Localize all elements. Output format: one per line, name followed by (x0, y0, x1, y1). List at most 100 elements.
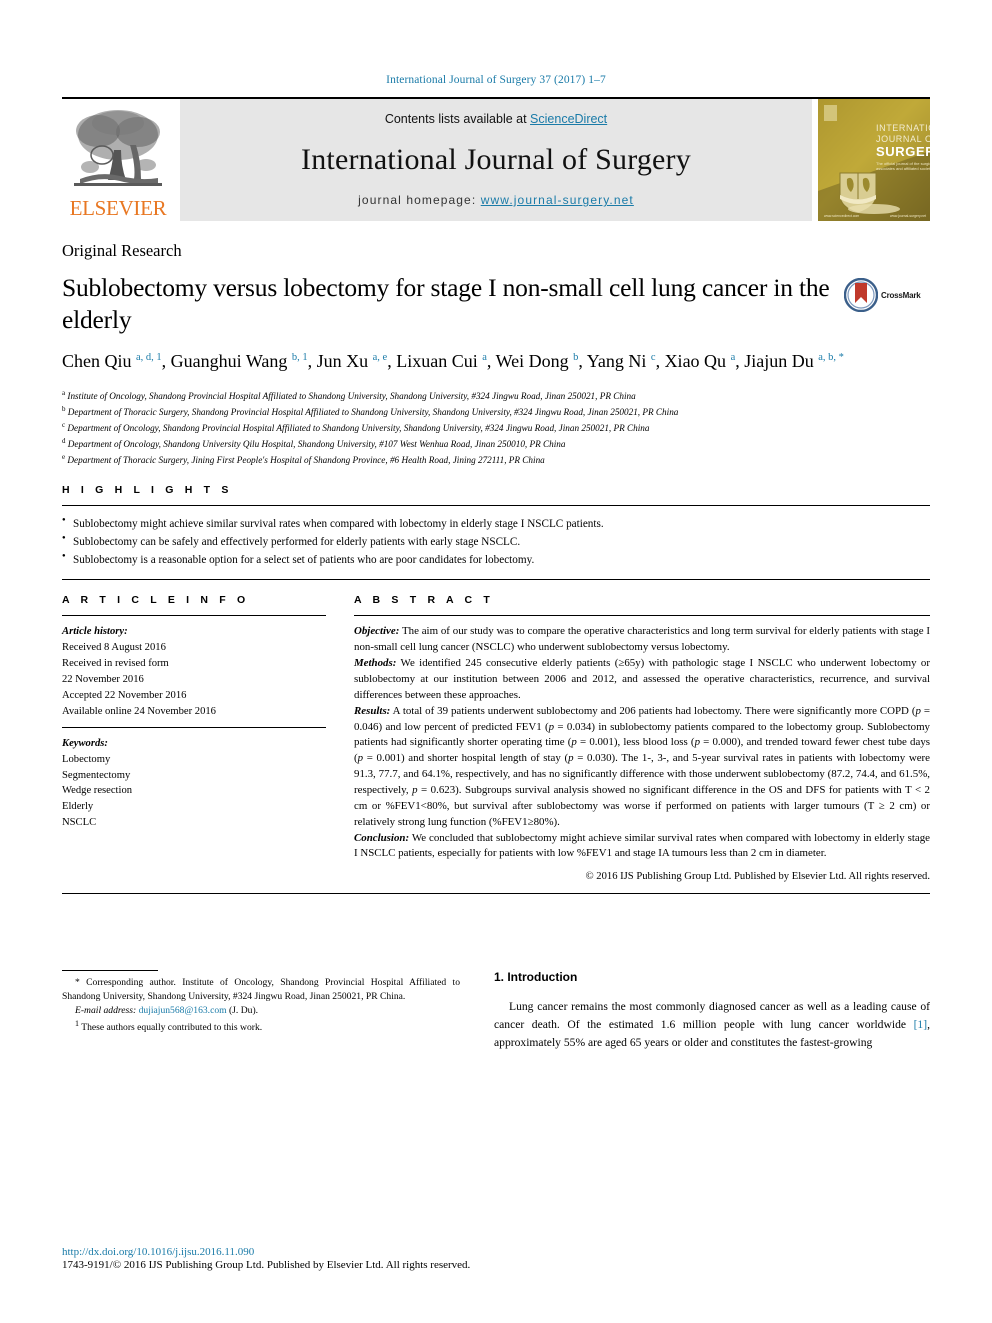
citation-link-1[interactable]: [1] (914, 1018, 928, 1031)
article-info-column: A R T I C L E I N F O Article history: R… (62, 594, 354, 882)
introduction-column: 1. Introduction Lung cancer remains the … (494, 970, 930, 1051)
introduction-heading: 1. Introduction (494, 970, 578, 985)
journal-masthead: ELSEVIER Contents lists available at Sci… (62, 99, 930, 221)
email-address-label: E-mail address: (75, 1005, 137, 1017)
abstract-section-text: A total of 39 patients underwent sublobe… (354, 704, 930, 828)
highlight-item: Sublobectomy might achieve similar survi… (62, 515, 930, 533)
article-history-line: Available online 24 November 2016 (62, 705, 216, 717)
keywords-rule (62, 726, 326, 728)
keywords-block: Keywords: Lobectomy Segmentectomy Wedge re… (62, 736, 326, 831)
affiliation-item: d Department of Oncology, Shandong Unive… (62, 436, 930, 452)
article-history-line: Received in revised form (62, 658, 169, 670)
svg-text:www.sciencedirect.com: www.sciencedirect.com (824, 214, 859, 218)
article-history-line: Received 8 August 2016 (62, 642, 166, 654)
crossmark-label: CrossMark (881, 290, 921, 300)
journal-homepage-line: journal homepage: www.journal-surgery.ne… (358, 193, 634, 207)
affiliation-text: Department of Thoracic Surgery, Shandong… (65, 406, 679, 417)
elsevier-tree-icon (68, 105, 168, 197)
abstract-section-text: We identified 245 consecutive elderly pa… (354, 657, 930, 701)
journal-title: International Journal of Surgery (301, 142, 691, 176)
equal-contribution-note: 1 These authors equally contributed to t… (62, 1018, 460, 1035)
svg-text:INTERNATIONAL: INTERNATIONAL (876, 123, 930, 133)
abstract-rule (354, 615, 930, 617)
keywords-label: Keywords: (62, 737, 108, 749)
abstract-body: Objective: The aim of our study was to c… (354, 624, 930, 862)
footnote-separator (62, 970, 158, 972)
keyword-item: Segmentectomy (62, 769, 131, 781)
keyword-item: Lobectomy (62, 753, 111, 765)
article-history-lines: Received 8 August 2016 Received in revise… (62, 640, 326, 719)
corresponding-author-note: * Corresponding author. Institute of Onc… (62, 977, 460, 1003)
journal-band: Contents lists available at ScienceDirec… (180, 99, 812, 221)
affiliation-list: a Institute of Oncology, Shandong Provin… (62, 388, 930, 468)
article-history-line: 22 November 2016 (62, 674, 144, 686)
page-title: Sublobectomy versus lobectomy for stage … (62, 273, 830, 334)
contents-available-line: Contents lists available at ScienceDirec… (385, 112, 607, 126)
svg-text:JOURNAL OF: JOURNAL OF (876, 134, 930, 144)
footnotes-column: * Corresponding author. Institute of Onc… (62, 970, 494, 1051)
journal-homepage-link[interactable]: www.journal-surgery.net (481, 193, 634, 207)
email-suffix: (J. Du). (226, 1005, 259, 1017)
equal-contribution-text: These authors equally contributed to thi… (79, 1022, 263, 1034)
doi-link[interactable]: http://dx.doi.org/10.1016/j.ijsu.2016.11… (62, 1246, 930, 1258)
keywords-lines: Lobectomy Segmentectomy Wedge resection Eld… (62, 752, 326, 831)
abstract-section-label: Objective: (354, 625, 400, 638)
doi-anchor[interactable]: http://dx.doi.org/10.1016/j.ijsu.2016.11… (62, 1246, 254, 1258)
article-history-line: Accepted 22 November 2016 (62, 689, 187, 701)
homepage-label: journal homepage: (358, 193, 481, 207)
email-address-link[interactable]: dujiajun568@163.com (139, 1005, 227, 1016)
abstract-copyright: © 2016 IJS Publishing Group Ltd. Publish… (585, 871, 930, 883)
article-info-heading: A R T I C L E I N F O (62, 594, 250, 607)
affiliation-text: Department of Oncology, Shandong Provinc… (65, 422, 650, 433)
journal-cover-thumbnail[interactable]: INTERNATIONAL JOURNAL OF SURGERY The off… (818, 99, 930, 221)
abstract-section: Conclusion: We concluded that sublobecto… (354, 831, 930, 863)
abstract-section-label: Methods: (354, 657, 397, 670)
affiliation-text: Department of Thoracic Surgery, Jining F… (65, 455, 545, 466)
highlights-section: H I G H L I G H T S Sublobectomy might a… (62, 484, 930, 581)
page-footer: http://dx.doi.org/10.1016/j.ijsu.2016.11… (62, 1246, 930, 1271)
svg-text:www.journal-surgery.net: www.journal-surgery.net (890, 214, 926, 218)
affiliation-item: b Department of Thoracic Surgery, Shando… (62, 404, 930, 420)
highlight-item: Sublobectomy is a reasonable option for … (62, 551, 930, 569)
abstract-section-label: Results: (354, 704, 391, 717)
abstract-section: Methods: We identified 245 consecutive e… (354, 656, 930, 704)
abstract-column: A B S T R A C T Objective: The aim of ou… (354, 594, 930, 882)
highlights-list: Sublobectomy might achieve similar survi… (62, 506, 930, 579)
affiliation-item: a Institute of Oncology, Shandong Provin… (62, 388, 930, 404)
keyword-item: NSCLC (62, 817, 97, 829)
abstract-section-label: Conclusion: (354, 831, 410, 844)
affiliation-item: e Department of Thoracic Surgery, Jining… (62, 452, 930, 468)
crossmark-badge[interactable]: CrossMark (844, 272, 930, 312)
contents-prefix: Contents lists available at (384, 112, 531, 126)
keyword-item: Wedge resection (62, 785, 133, 797)
sciencedirect-link[interactable]: ScienceDirect (530, 112, 607, 126)
article-info-rule (62, 615, 326, 617)
article-type-label: Original Research (62, 241, 182, 260)
affiliation-text: Department of Oncology, Shandong Univers… (65, 438, 566, 449)
abstract-bottom-rule (62, 893, 930, 895)
affiliation-item: c Department of Oncology, Shandong Provi… (62, 420, 930, 436)
article-history-label: Article history: (62, 626, 128, 638)
highlight-item: Sublobectomy can be safely and effective… (62, 533, 930, 551)
abstract-section-text: We concluded that sublobectomy might ach… (354, 831, 930, 860)
introduction-paragraph: Lung cancer remains the most commonly di… (494, 998, 930, 1051)
elsevier-logo[interactable]: ELSEVIER (62, 99, 174, 221)
svg-text:associates and affiliated soci: associates and affiliated societies (876, 166, 930, 171)
highlights-bottom-rule (62, 579, 930, 581)
footnotes-block: * Corresponding author. Institute of Onc… (62, 976, 460, 1035)
info-abstract-columns: A R T I C L E I N F O Article history: R… (62, 594, 930, 882)
abstract-section: Results: A total of 39 patients underwen… (354, 704, 930, 831)
article-history-block: Article history: Received 8 August 2016 R… (62, 624, 326, 719)
bottom-columns: * Corresponding author. Institute of Onc… (62, 970, 930, 1051)
abstract-heading: A B S T R A C T (354, 594, 494, 607)
abstract-section: Objective: The aim of our study was to c… (354, 624, 930, 656)
issn-copyright-line: 1743-9191/© 2016 IJS Publishing Group Lt… (62, 1259, 471, 1271)
email-note: E-mail address: dujiajun568@163.com (J. … (62, 1004, 460, 1018)
title-row: Sublobectomy versus lobectomy for stage … (62, 272, 930, 335)
keyword-item: Elderly (62, 801, 94, 813)
svg-text:SURGERY: SURGERY (876, 144, 930, 159)
elsevier-wordmark: ELSEVIER (69, 196, 167, 220)
abstract-section-text: The aim of our study was to compare the … (354, 625, 930, 654)
affiliation-text: Institute of Oncology, Shandong Provinci… (65, 390, 636, 401)
highlights-heading: H I G H L I G H T S (62, 484, 233, 496)
